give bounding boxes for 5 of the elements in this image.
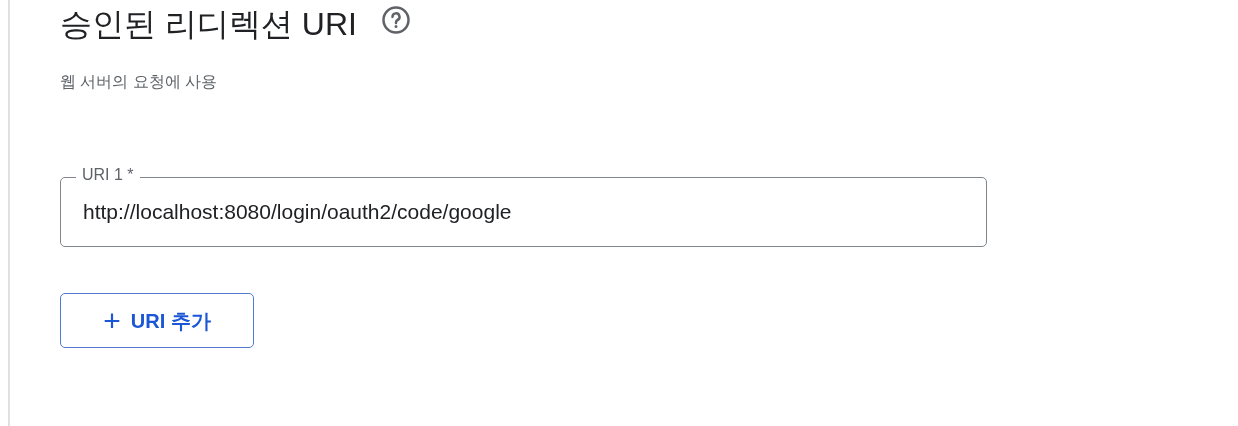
plus-icon: + [103,305,121,336]
help-icon[interactable] [380,5,411,35]
section-title: 승인된 리디렉션 URI [60,5,357,40]
add-uri-button[interactable]: + URI 추가 [60,293,254,348]
section-subtitle: 웹 서버의 요청에 사용 [60,72,219,92]
